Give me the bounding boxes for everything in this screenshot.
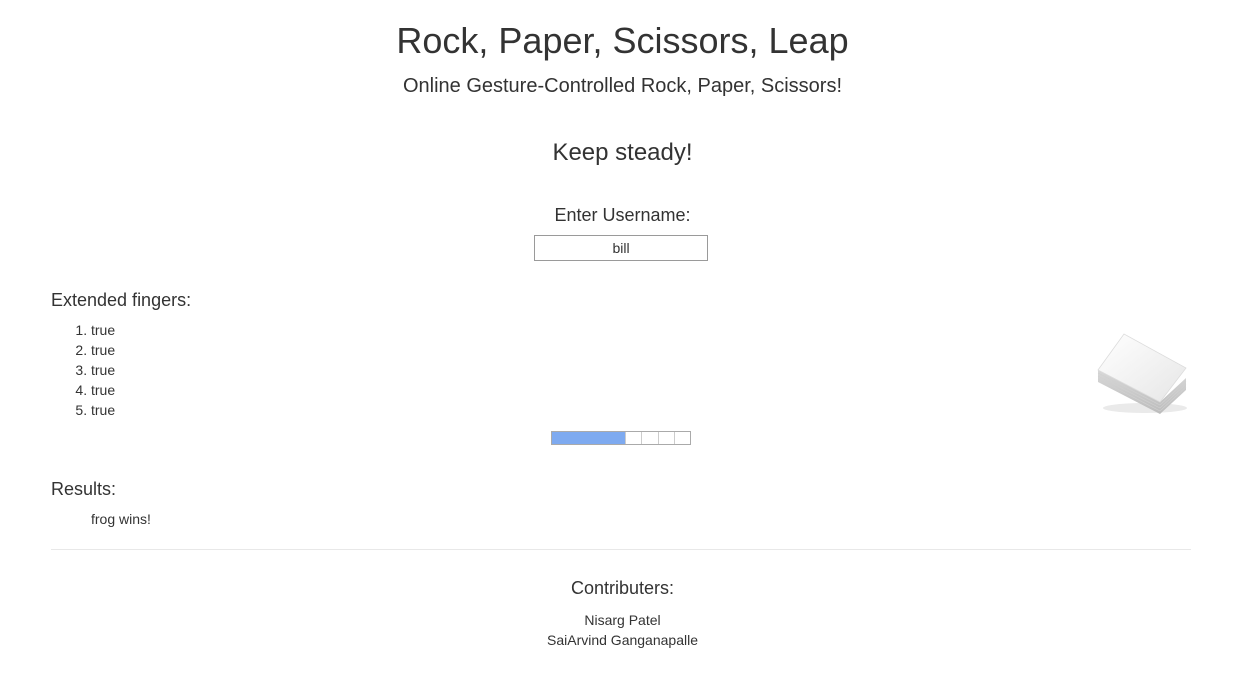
extended-fingers-list: true true true true true bbox=[51, 320, 115, 420]
hold-progress-segments bbox=[625, 432, 690, 444]
username-input[interactable] bbox=[534, 235, 708, 261]
finger-item-1: true bbox=[91, 320, 115, 340]
progress-segment bbox=[625, 432, 641, 444]
paper-stack-image bbox=[1090, 320, 1192, 420]
finger-item-3: true bbox=[91, 360, 115, 380]
page-subtitle: Online Gesture-Controlled Rock, Paper, S… bbox=[402, 75, 843, 97]
contributor-name: Nisarg Patel bbox=[584, 612, 661, 628]
finger-item-2: true bbox=[91, 340, 115, 360]
hold-progress-fill bbox=[552, 432, 626, 444]
finger-item-5: true bbox=[91, 400, 115, 420]
extended-fingers-heading: Extended fingers: bbox=[51, 290, 192, 310]
hold-progress-bar bbox=[551, 431, 691, 445]
progress-segment bbox=[657, 432, 674, 444]
contributors-heading: Contributers: bbox=[570, 578, 675, 598]
page-title: Rock, Paper, Scissors, Leap bbox=[396, 20, 849, 61]
result-text: frog wins! bbox=[91, 511, 151, 527]
username-label: Enter Username: bbox=[554, 205, 691, 225]
footer-divider bbox=[51, 549, 1191, 550]
contributors-list: Nisarg Patel SaiArvind Ganganapalle bbox=[0, 610, 1245, 650]
progress-segment bbox=[673, 432, 690, 444]
progress-segment bbox=[641, 432, 657, 444]
finger-item-4: true bbox=[91, 380, 115, 400]
contributor-name: SaiArvind Ganganapalle bbox=[547, 632, 698, 648]
game-status: Keep steady! bbox=[552, 139, 693, 166]
results-heading: Results: bbox=[51, 479, 117, 499]
